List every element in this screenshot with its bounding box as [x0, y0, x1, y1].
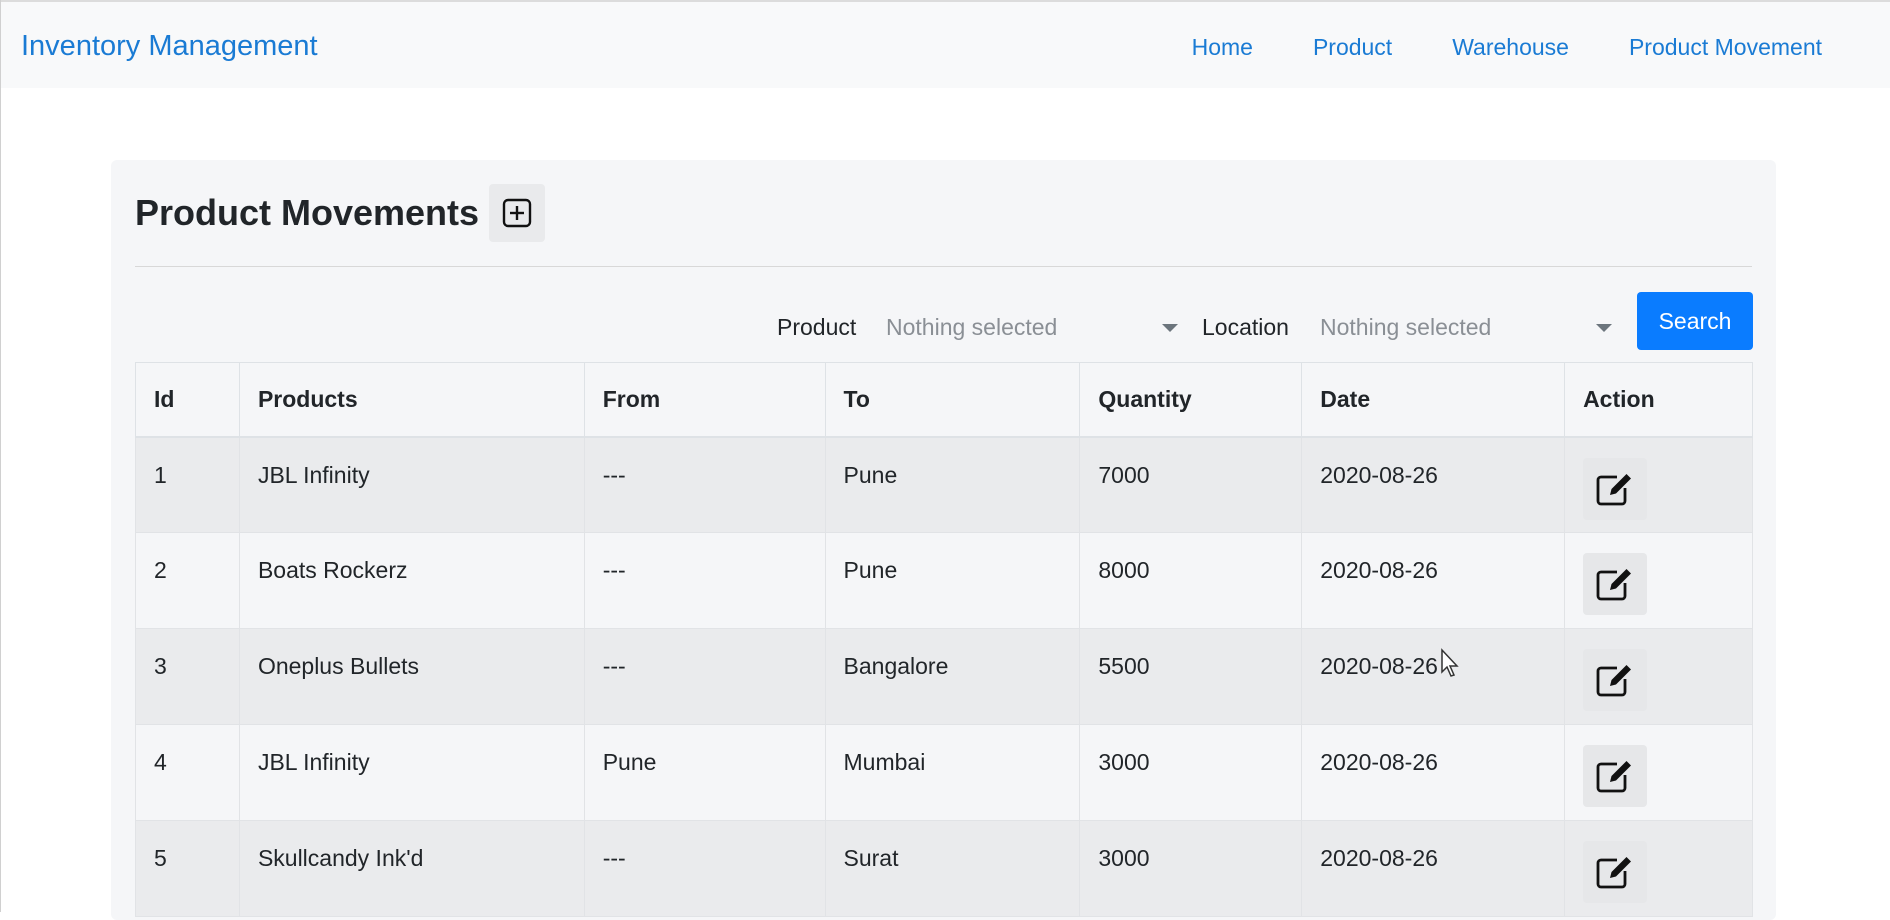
cell-quantity: 7000	[1079, 436, 1303, 533]
edit-icon	[1596, 665, 1632, 697]
search-button[interactable]: Search	[1637, 292, 1753, 350]
cell-action	[1564, 532, 1753, 629]
cell-product: JBL Infinity	[238, 724, 585, 821]
cell-from: ---	[583, 820, 826, 917]
location-caret-icon	[1596, 324, 1612, 332]
product-filter-label: Product	[777, 314, 857, 340]
cell-to: Bangalore	[824, 628, 1081, 725]
edit-button[interactable]	[1583, 649, 1648, 711]
cell-product: Boats Rockerz	[238, 532, 585, 629]
cell-to: Mumbai	[824, 724, 1081, 821]
cell-action	[1564, 628, 1753, 725]
header-id: Id	[135, 362, 240, 438]
cell-product: JBL Infinity	[238, 436, 585, 533]
location-filter-select[interactable]: Nothing selected	[1320, 314, 1590, 344]
edit-icon	[1596, 761, 1632, 793]
cell-from: ---	[583, 532, 826, 629]
cell-id: 3	[135, 628, 240, 725]
edit-icon	[1596, 473, 1632, 505]
cell-to: Surat	[824, 820, 1081, 917]
product-filter-select[interactable]: Nothing selected	[886, 314, 1156, 344]
table-row: 1 JBL Infinity --- Pune 7000 2020-08-26	[135, 436, 1753, 533]
cell-action	[1564, 820, 1753, 917]
table-row: 5 Skullcandy Ink'd --- Surat 3000 2020-0…	[135, 820, 1753, 917]
cell-product: Oneplus Bullets	[238, 628, 585, 725]
cell-from: Pune	[583, 724, 826, 821]
cell-action	[1564, 724, 1753, 821]
cell-quantity: 5500	[1079, 628, 1303, 725]
table-row: 4 JBL Infinity Pune Mumbai 3000 2020-08-…	[135, 724, 1753, 821]
cell-date: 2020-08-26	[1301, 532, 1566, 629]
header-date: Date	[1301, 362, 1566, 438]
edit-button[interactable]	[1583, 841, 1648, 903]
nav-product[interactable]: Product	[1313, 34, 1392, 61]
cell-date: 2020-08-26	[1301, 628, 1566, 725]
left-border	[0, 0, 1, 912]
cell-to: Pune	[824, 436, 1081, 533]
edit-icon	[1596, 569, 1632, 601]
cell-id: 2	[135, 532, 240, 629]
cell-date: 2020-08-26	[1301, 436, 1566, 533]
title-divider	[135, 266, 1752, 267]
cell-quantity: 8000	[1079, 532, 1303, 629]
cell-quantity: 3000	[1079, 724, 1303, 821]
header-action: Action	[1564, 362, 1753, 438]
navbar: Inventory Management Home Product Wareho…	[1, 2, 1890, 88]
cell-product: Skullcandy Ink'd	[238, 820, 585, 917]
cell-to: Pune	[824, 532, 1081, 629]
add-movement-button[interactable]	[489, 184, 545, 242]
cell-action	[1564, 436, 1753, 533]
cell-from: ---	[583, 436, 826, 533]
product-caret-icon	[1162, 324, 1178, 332]
table-row: 3 Oneplus Bullets --- Bangalore 5500 202…	[135, 628, 1753, 725]
nav-warehouse[interactable]: Warehouse	[1452, 34, 1569, 61]
cell-from: ---	[583, 628, 826, 725]
nav-home[interactable]: Home	[1192, 34, 1253, 61]
edit-icon	[1596, 857, 1632, 889]
table-header-row: Id Products From To Quantity Date Action	[135, 362, 1753, 438]
location-filter-label: Location	[1202, 314, 1289, 340]
movements-table: Id Products From To Quantity Date Action…	[135, 362, 1753, 917]
cell-date: 2020-08-26	[1301, 820, 1566, 917]
header-to: To	[824, 362, 1081, 438]
cell-id: 4	[135, 724, 240, 821]
plus-square-icon	[502, 198, 532, 228]
cell-quantity: 3000	[1079, 820, 1303, 917]
header-from: From	[583, 362, 826, 438]
header-quantity: Quantity	[1079, 362, 1303, 438]
edit-button[interactable]	[1583, 553, 1648, 615]
edit-button[interactable]	[1583, 745, 1648, 807]
cell-id: 1	[135, 436, 240, 533]
header-products: Products	[238, 362, 585, 438]
page-title: Product Movements	[135, 192, 480, 233]
nav-product-movement[interactable]: Product Movement	[1629, 34, 1822, 61]
brand-link[interactable]: Inventory Management	[21, 30, 318, 63]
nav-links: Home Product Warehouse Product Movement	[1132, 34, 1822, 61]
movements-card: Product Movements Product Nothing select…	[111, 160, 1776, 920]
mouse-cursor-icon	[1441, 648, 1459, 677]
cell-date: 2020-08-26	[1301, 724, 1566, 821]
table-row: 2 Boats Rockerz --- Pune 8000 2020-08-26	[135, 532, 1753, 629]
edit-button[interactable]	[1583, 457, 1648, 520]
filter-bar: Product Nothing selected Location Nothin…	[111, 292, 1776, 352]
cell-id: 5	[135, 820, 240, 917]
